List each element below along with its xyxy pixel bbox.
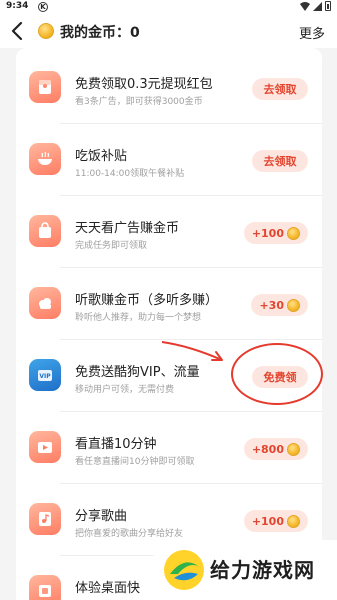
notification-icon: K: [38, 2, 48, 12]
battery-icon: [325, 1, 331, 11]
task-row-watch-ads[interactable]: 天天看广告赚金币 完成任务即可领取 +100: [16, 200, 322, 268]
task-subtitle: 聆听他人推荐，助力每一个梦想: [75, 313, 202, 323]
status-bar: 9:34 K: [0, 0, 337, 14]
coin-icon: [287, 226, 300, 240]
vip-gift-icon: VIP: [29, 359, 61, 391]
annotation-arrow-icon: [161, 341, 223, 361]
coin-icon: [287, 442, 300, 456]
watermark: 给力游戏网: [150, 540, 337, 600]
task-subtitle: 移动用户可领，无需付费: [75, 385, 175, 395]
page-header: 我的金币：0 更多: [0, 14, 337, 48]
reward-button[interactable]: +30: [251, 294, 308, 316]
play-icon: [29, 431, 61, 463]
task-title: 分享歌曲: [75, 509, 128, 524]
claim-button-label: 去领取: [263, 83, 297, 96]
back-arrow-icon[interactable]: [8, 19, 28, 43]
claim-button[interactable]: 去领取: [252, 78, 308, 100]
more-button[interactable]: 更多: [299, 23, 325, 42]
divider: [60, 411, 322, 412]
reward-amount: +800: [251, 442, 284, 456]
claim-button[interactable]: 去领取: [252, 150, 308, 172]
status-icons: [300, 1, 331, 11]
divider: [60, 483, 322, 484]
task-subtitle: 11:00-14:00领取午餐补贴: [75, 169, 185, 179]
task-subtitle: 看3条广告，即可获得3000金币: [75, 97, 203, 107]
watermark-logo-icon: [164, 550, 204, 590]
task-subtitle: 把你喜爱的歌曲分享给好友: [75, 529, 184, 539]
status-time: 9:34: [6, 1, 29, 11]
reward-amount: +100: [251, 514, 284, 528]
wifi-icon: [300, 1, 310, 11]
task-row-watch-live[interactable]: 看直播10分钟 看任意直播间10分钟即可领取 +800: [16, 416, 322, 484]
reward-button[interactable]: +800: [243, 438, 308, 460]
music-share-icon: [29, 503, 61, 535]
task-row-listen-songs[interactable]: 听歌赚金币（多听多赚） 聆听他人推荐，助力每一个梦想 +30: [16, 272, 322, 340]
claim-button-label: 去领取: [263, 155, 297, 168]
red-packet-icon: [29, 71, 61, 103]
task-subtitle: 看任意直播间10分钟即可领取: [75, 457, 195, 467]
task-subtitle: 完成任务即可领取: [75, 241, 148, 251]
watermark-text: 给力游戏网: [210, 558, 315, 582]
cloud-icon: [29, 287, 61, 319]
signal-icon: [313, 1, 322, 11]
bowl-icon: [29, 143, 61, 175]
task-title: 听歌赚金币（多听多赚）: [75, 293, 219, 308]
task-row-meal-subsidy[interactable]: 吃饭补贴 11:00-14:00领取午餐补贴 去领取: [16, 128, 322, 196]
divider: [60, 195, 322, 196]
task-title: 体验桌面快: [75, 581, 141, 596]
task-row-red-packet[interactable]: 免费领取0.3元提现红包 看3条广告，即可获得3000金币 去领取: [16, 56, 322, 124]
svg-text:VIP: VIP: [39, 373, 51, 380]
reward-button[interactable]: +100: [243, 510, 308, 532]
divider: [60, 123, 322, 124]
page-title: 我的金币：0: [60, 25, 140, 41]
task-title: 看直播10分钟: [75, 437, 157, 452]
reward-amount: +30: [259, 298, 284, 312]
shopping-bag-icon: [29, 215, 61, 247]
task-title: 免费领取0.3元提现红包: [75, 77, 213, 92]
task-title: 吃饭补贴: [75, 149, 128, 164]
reward-button[interactable]: +100: [243, 222, 308, 244]
task-title: 天天看广告赚金币: [75, 221, 180, 236]
coin-icon: [287, 298, 300, 312]
task-list: 免费领取0.3元提现红包 看3条广告，即可获得3000金币 去领取 吃饭补贴 1…: [16, 48, 322, 600]
reward-amount: +100: [251, 226, 284, 240]
coin-icon: [287, 514, 300, 528]
coin-icon: [38, 23, 54, 39]
desktop-icon: [29, 575, 61, 600]
annotation-circle: [231, 343, 323, 405]
divider: [60, 267, 322, 268]
